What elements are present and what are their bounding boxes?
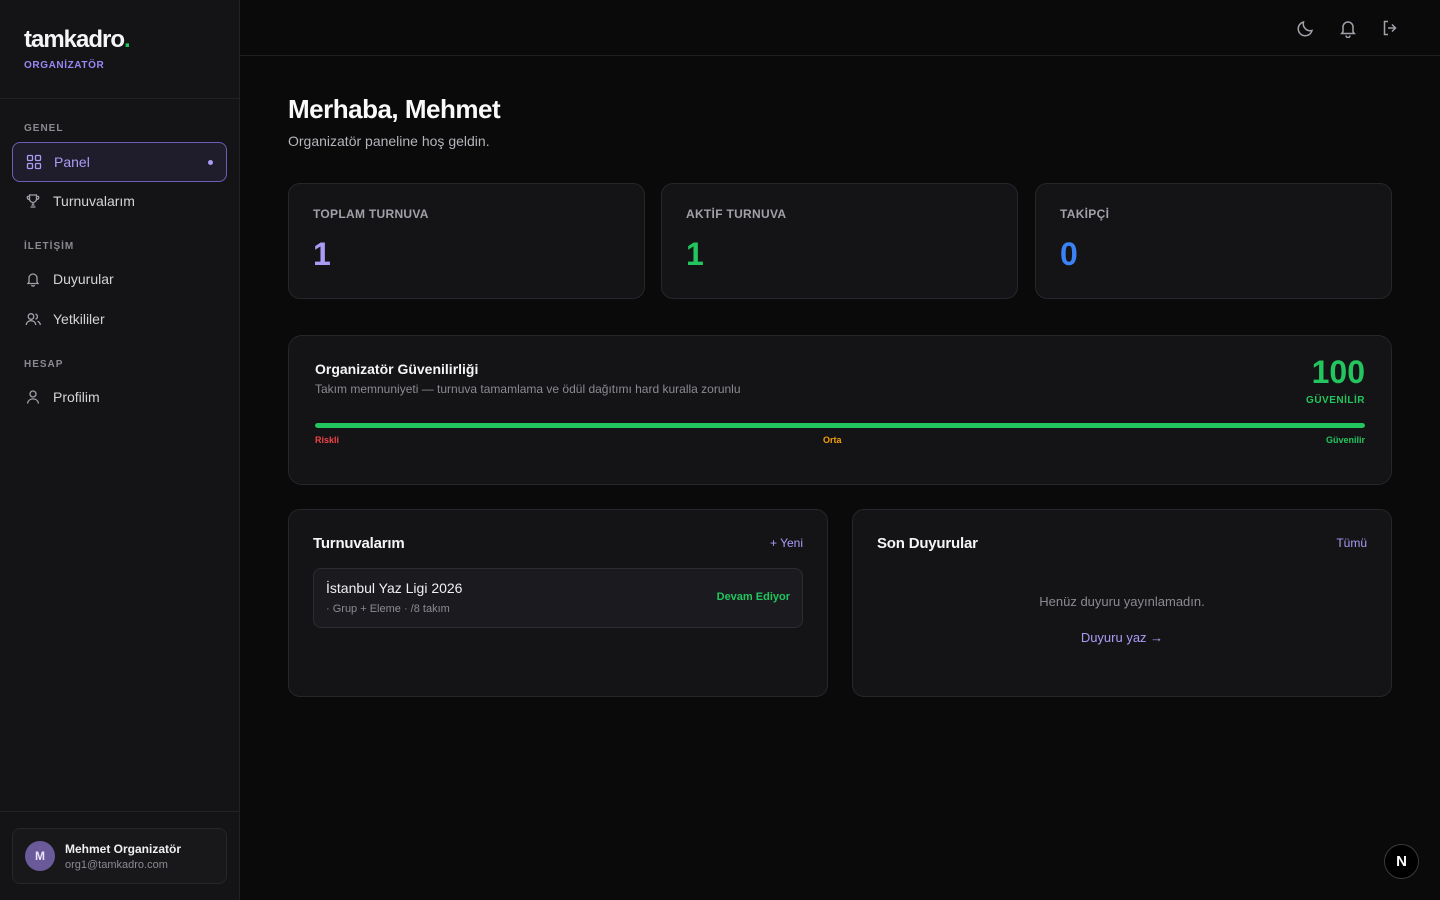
trust-card: Organizatör Güvenilirliği Takım memnuniy… <box>288 335 1392 485</box>
users-icon <box>24 310 42 328</box>
avatar: M <box>25 841 55 871</box>
sidebar: tamkadro. ORGANİZATÖR GENEL Panel Turnuv… <box>0 0 240 900</box>
user-icon <box>24 388 42 406</box>
sidebar-item-turnuvalarim[interactable]: Turnuvalarım <box>12 181 227 221</box>
sidebar-item-label: Panel <box>54 154 90 170</box>
trust-description: Takım memnuniyeti — turnuva tamamlama ve… <box>315 382 741 396</box>
trust-progress-fill <box>315 423 1365 428</box>
trophy-icon <box>24 192 42 210</box>
sidebar-item-yetkililer[interactable]: Yetkililer <box>12 299 227 339</box>
sidebar-item-panel[interactable]: Panel <box>12 142 227 182</box>
topbar <box>240 0 1440 56</box>
grid-icon <box>25 153 43 171</box>
scale-label-low: Riskli <box>315 435 340 445</box>
stat-value: 1 <box>686 236 704 272</box>
write-announcement-link[interactable]: Duyuru yaz → <box>853 630 1391 645</box>
sidebar-item-label: Profilim <box>53 389 100 405</box>
tournament-meta: · Grup + Eleme · /8 takım <box>326 603 450 615</box>
stat-card-total: TOPLAM TURNUVA 1 <box>288 183 645 299</box>
panel-title: Son Duyurular <box>877 535 978 552</box>
role-label: ORGANİZATÖR <box>24 60 105 71</box>
section-label-iletisim: İLETİŞİM <box>24 241 75 252</box>
stat-value: 0 <box>1060 236 1078 272</box>
logout-icon[interactable] <box>1380 18 1400 38</box>
sidebar-item-profilim[interactable]: Profilim <box>12 377 227 417</box>
bell-icon[interactable] <box>1338 18 1358 39</box>
trust-score-label: GÜVENİLİR <box>1306 395 1365 406</box>
user-email: org1@tamkadro.com <box>65 858 168 871</box>
page-subtitle: Organizatör paneline hoş geldin. <box>288 133 490 149</box>
active-indicator <box>208 159 213 165</box>
sidebar-item-label: Yetkililer <box>53 311 105 327</box>
trust-score: 100 <box>1311 354 1365 390</box>
bell-icon <box>24 270 42 288</box>
page-title: Merhaba, Mehmet <box>288 94 501 124</box>
tournaments-panel: Turnuvalarım + Yeni İstanbul Yaz Ligi 20… <box>288 509 828 697</box>
stat-card-active: AKTİF TURNUVA 1 <box>661 183 1018 299</box>
status-badge: Devam Ediyor <box>716 591 790 603</box>
section-label-hesap: HESAP <box>24 359 64 370</box>
tournament-name: İstanbul Yaz Ligi 2026 <box>326 580 463 596</box>
scale-label-high: Güvenilir <box>1325 435 1365 445</box>
user-name: Mehmet Organizatör <box>65 841 182 856</box>
trust-progress-bar <box>315 423 1365 428</box>
stat-value: 1 <box>313 236 331 272</box>
announcements-panel: Son Duyurular Tümü Henüz duyuru yayınlam… <box>852 509 1392 697</box>
sidebar-item-duyurular[interactable]: Duyurular <box>12 259 227 299</box>
trust-title: Organizatör Güvenilirliği <box>315 361 479 377</box>
divider <box>0 811 240 812</box>
section-label-genel: GENEL <box>24 123 64 134</box>
empty-state-text: Henüz duyuru yayınlamadın. <box>1039 594 1205 609</box>
brand-block: tamkadro. ORGANİZATÖR <box>0 0 239 99</box>
stat-label: TAKİPÇİ <box>1060 207 1110 221</box>
tournament-item[interactable]: İstanbul Yaz Ligi 2026 · Grup + Eleme · … <box>313 568 803 628</box>
stat-card-followers: TAKİPÇİ 0 <box>1035 183 1392 299</box>
sidebar-item-label: Duyurular <box>53 271 114 287</box>
stat-label: AKTİF TURNUVA <box>686 207 787 221</box>
logo[interactable]: tamkadro. <box>24 26 239 54</box>
new-tournament-link[interactable]: + Yeni <box>770 536 803 550</box>
scale-label-mid: Orta <box>823 435 842 445</box>
moon-icon[interactable] <box>1296 18 1316 38</box>
sidebar-item-label: Turnuvalarım <box>53 193 135 209</box>
user-card[interactable]: M Mehmet Organizatör org1@tamkadro.com <box>12 828 227 884</box>
all-announcements-link[interactable]: Tümü <box>1336 536 1367 550</box>
panel-title: Turnuvalarım <box>313 535 405 552</box>
stat-label: TOPLAM TURNUVA <box>313 207 429 221</box>
dev-badge[interactable]: N <box>1384 844 1419 879</box>
